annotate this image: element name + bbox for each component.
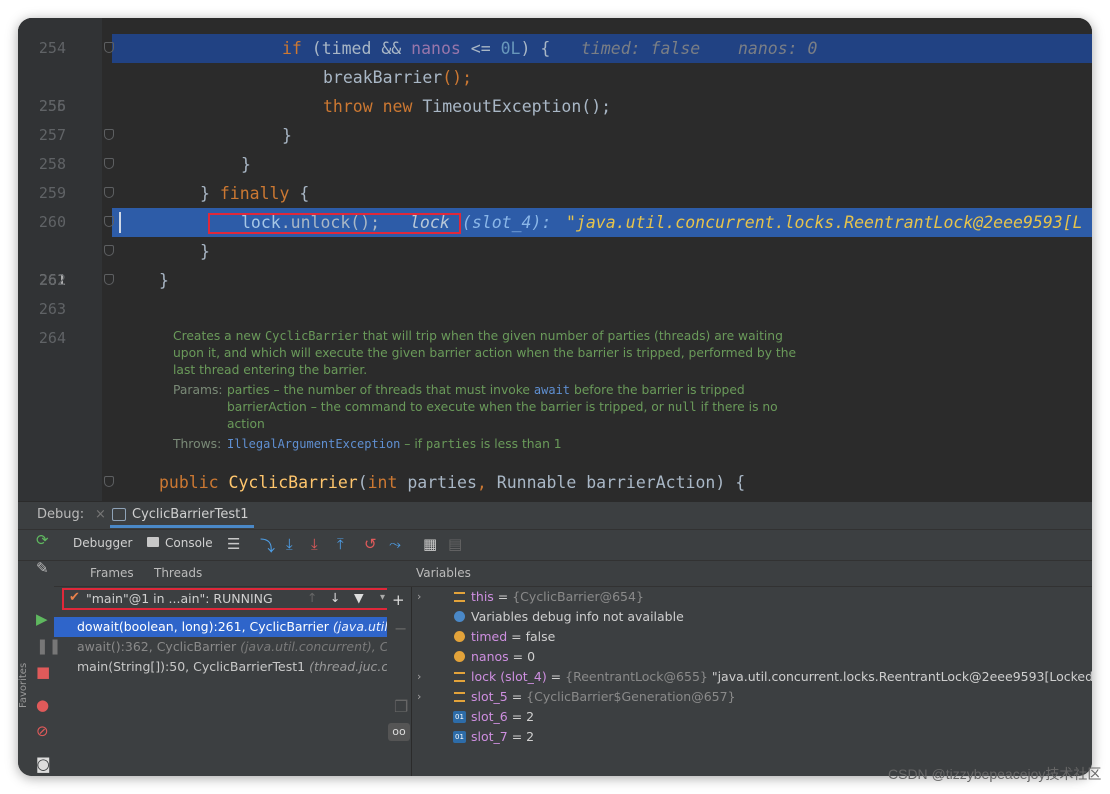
red-annotation-box [208,213,461,234]
variable-row: Variables debug info not available [412,607,1092,627]
code-line[interactable]: 255 if (timed && nanos <= 0L) { timed: f… [18,34,1092,115]
run-config-tab[interactable]: CyclicBarrierTest1 [110,503,255,528]
tab-console[interactable]: Console [165,536,213,550]
integer-icon: 01 [453,711,466,723]
inline-hint-lock-value: "java.util.concurrent.locks.ReentrantLoc… [566,213,1083,232]
trace-icon[interactable]: ▤ [448,535,462,553]
doc-throws: Throws: IllegalArgumentException – if pa… [173,437,562,451]
favorites-label[interactable]: Favorites [18,663,29,708]
info-icon [454,611,465,622]
debug-toolbar: Debugger Console ☰ ⤵ ⤓ ⤓ ⤒ ↺ ⤳ ▦ ▤ [18,529,1092,561]
code-editor[interactable]: 254 255 if (timed && nanos <= 0L) { time… [18,18,1092,520]
fold-icon[interactable] [104,158,114,169]
fold-icon[interactable] [104,42,114,53]
doc-description: Creates a new CyclicBarrier that will tr… [173,329,797,377]
console-icon [147,537,159,547]
variable-row[interactable]: › this = {CyclicBarrier@654} [412,587,1092,607]
line-number: 264 [38,329,66,347]
debug-title-bar: Debug: × CyclicBarrierTest1 [18,502,1092,528]
fold-icon[interactable] [104,129,114,140]
fold-icon[interactable] [104,187,114,198]
code-line[interactable]: 262 } [18,237,1092,289]
code-line[interactable]: 257 throw new TimeoutException(); [18,92,1092,144]
step-out-icon[interactable]: ⤒ [337,535,344,553]
close-icon[interactable]: × [95,507,106,522]
variables-pane: › this = {CyclicBarrier@654} Variables d… [412,587,1092,776]
tab-frames[interactable]: Frames [90,566,134,580]
variable-row[interactable]: 01 slot_6 = 2 [412,707,1092,727]
expand-icon[interactable]: › [417,587,421,607]
ide-window: 254 255 if (timed && nanos <= 0L) { time… [18,18,1092,776]
mute-breakpoints-icon[interactable]: ⊘ [36,722,49,740]
code-line[interactable]: 259 } [18,150,1092,202]
remove-watch-icon[interactable]: − [394,619,407,638]
watches-toggle-icon[interactable]: oo [388,723,410,741]
fold-icon[interactable] [104,274,114,285]
doc-params: Params: parties – the number of threads … [173,383,778,431]
fold-icon[interactable] [104,216,114,227]
camera-icon[interactable]: ◙ [36,755,51,773]
wrench-icon[interactable]: ✎ [36,559,49,577]
expand-icon[interactable]: › [417,687,421,707]
evaluate-icon[interactable]: ▦ [423,535,437,553]
code-line-current[interactable]: 261 lock.unlock(); lock (slot_4): "java.… [18,208,1092,289]
primitive-icon [454,651,465,662]
debug-tool-window: Debug: × CyclicBarrierTest1 Debugger Con… [18,501,1092,776]
inline-hint-nanos: nanos: 0 [738,39,818,58]
stack-frame-item[interactable]: main(String[]):50, CyclicBarrierTest1 (t… [54,657,387,677]
variable-row[interactable]: › slot_5 = {CyclicBarrier$Generation@657… [412,687,1092,707]
view-breakpoints-icon[interactable]: ● [36,696,49,714]
text-cursor [119,212,121,233]
frames-pane: ✔ "main"@1 in ...ain": RUNNING ↑ ↓ ▼ ▾ d… [54,587,401,776]
application-icon [112,508,126,521]
fold-icon[interactable] [104,245,114,256]
tab-debugger[interactable]: Debugger [73,536,132,550]
code-line[interactable]: 260 } finally { [18,179,1092,231]
variable-row[interactable]: › lock (slot_4) = {ReentrantLock@655} "j… [412,667,1092,687]
object-icon [454,672,465,682]
resume-icon[interactable]: ▶ [36,610,48,628]
inline-hint-lock-slot: (slot_4): [452,213,562,232]
drop-frame-icon[interactable]: ↺ [364,535,377,553]
code-line[interactable]: 264 [18,295,1092,347]
tab-threads[interactable]: Threads [154,566,202,580]
watermark: CSDN @tizzybepeacejoy技术社区 [888,766,1102,782]
variable-row[interactable]: nanos = 0 [412,647,1092,667]
inline-hint-timed: timed: false [581,39,701,58]
code-line[interactable]: 256 breakBarrier(); [18,63,1092,115]
debug-side-actions: ⟳ ✎ ▶ ❚❚ ■ ● ⊘ ◙ Favorites [18,502,61,776]
object-icon [454,692,465,702]
stack-frame-item[interactable]: dowait(boolean, long):261, CyclicBarrier… [54,617,387,637]
integer-icon: 01 [453,731,466,743]
copy-icon[interactable]: ❐ [394,697,408,716]
code-line[interactable]: 263 } [18,266,1092,318]
red-annotation-box [62,588,401,610]
tab-variables[interactable]: Variables [416,566,471,580]
step-into-icon[interactable]: ⤓ [311,535,318,553]
show-execution-point-icon[interactable]: ⤵ [260,535,275,556]
stop-icon[interactable]: ■ [36,663,50,681]
keyword: if [282,39,302,58]
stack-frame-item[interactable]: await():362, CyclicBarrier (java.util.co… [54,637,387,657]
debugger-subtabs: Frames Threads Variables [54,560,1092,587]
step-over-icon[interactable]: ⤓ [286,535,293,553]
thread-selector[interactable]: ✔ "main"@1 in ...ain": RUNNING ↑ ↓ ▼ ▾ [54,587,401,611]
fold-icon[interactable] [104,476,114,487]
code-line[interactable]: 277 public CyclicBarrier(int parties, Ru… [18,468,1092,520]
expand-icon[interactable]: › [417,667,421,687]
run-to-cursor-icon[interactable]: ⤳ [389,535,401,553]
variable-row[interactable]: timed = false [412,627,1092,647]
rerun-icon[interactable]: ⟳ [36,531,49,549]
code-line[interactable]: 254 [18,18,1092,57]
exception-link[interactable]: IllegalArgumentException [227,437,400,451]
primitive-icon [454,631,465,642]
add-watch-icon[interactable]: + [392,591,405,609]
code-line[interactable]: 258 } [18,121,1092,173]
variable-row[interactable]: 01 slot_7 = 2 [412,727,1092,747]
menu-icon[interactable]: ☰ [227,535,240,553]
object-icon [454,592,465,602]
rendered-javadoc: Creates a new CyclicBarrier that will tr… [173,328,813,453]
variables-toolbar: + − ❐ oo [387,587,412,776]
